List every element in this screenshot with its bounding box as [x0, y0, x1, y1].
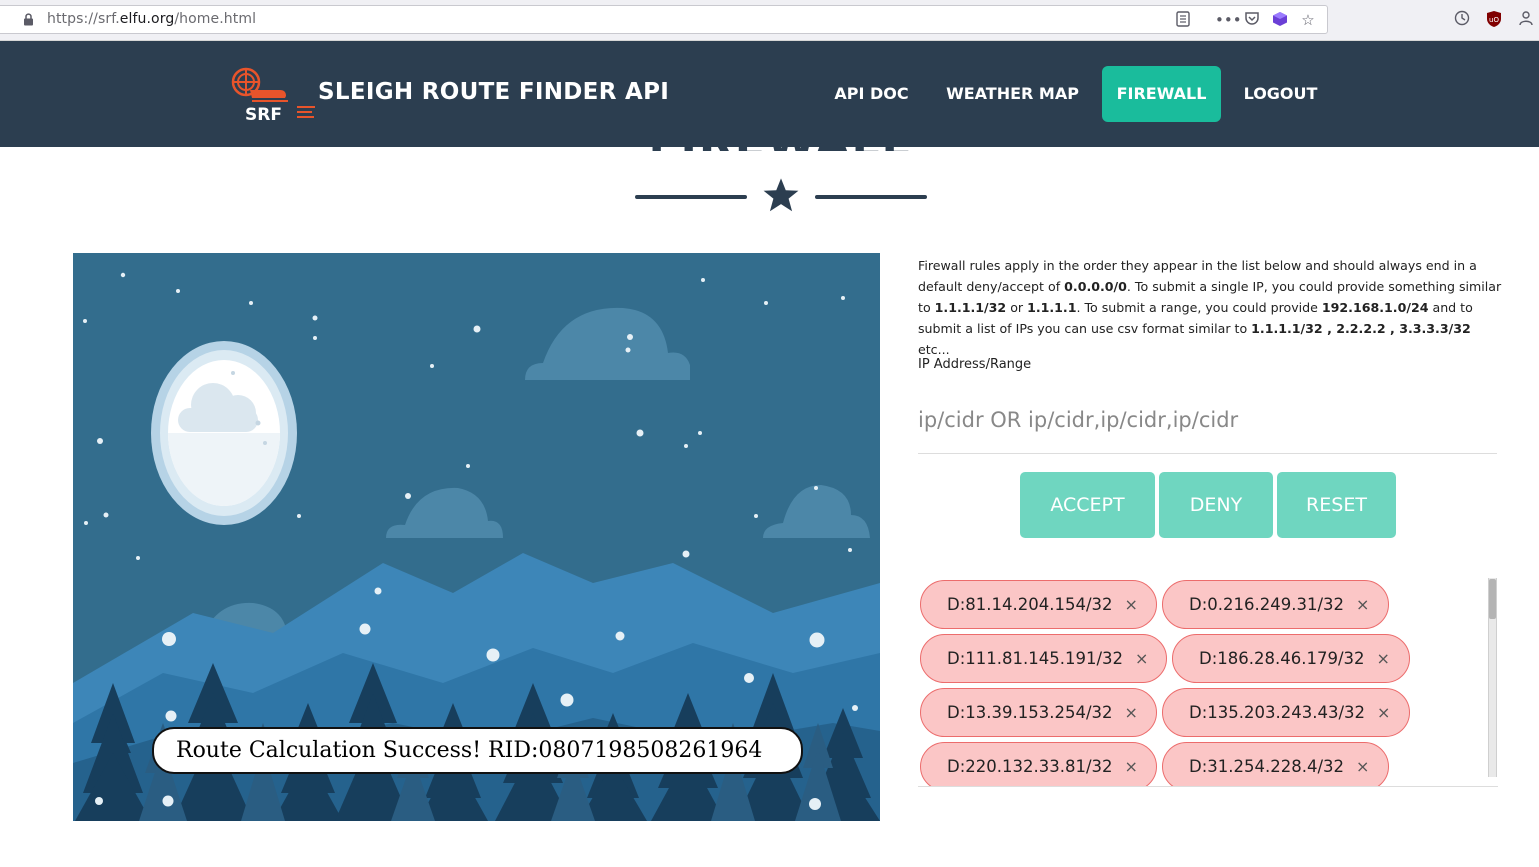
remove-rule-icon[interactable]: ×: [1125, 743, 1138, 786]
rule-text: D:81.14.204.154/32: [947, 595, 1113, 614]
browser-toolbar: https://srf.elfu.org/home.html ••• ☆ uO: [0, 0, 1539, 41]
rule-text: D:111.81.145.191/32: [947, 649, 1124, 668]
rule-tag: D:135.203.243.43/32 ×: [1162, 688, 1410, 737]
history-clock-icon[interactable]: [1452, 10, 1472, 30]
svg-text:uO: uO: [1489, 16, 1499, 24]
srf-logo[interactable]: SRF: [230, 66, 318, 124]
rule-text: D:13.39.153.254/32: [947, 703, 1113, 722]
remove-rule-icon[interactable]: ×: [1377, 689, 1390, 736]
accept-button[interactable]: ACCEPT: [1020, 472, 1155, 538]
account-icon[interactable]: [1516, 10, 1536, 30]
rule-tag: D:31.254.228.4/32 ×: [1162, 742, 1389, 786]
brand-title[interactable]: SLEIGH ROUTE FINDER API: [318, 79, 669, 105]
url-text: https://srf.elfu.org/home.html: [47, 11, 257, 27]
nav-api-doc[interactable]: API DOC: [820, 66, 923, 122]
rule-tag: D:0.216.249.31/32 ×: [1162, 580, 1389, 629]
star-icon: [763, 178, 799, 212]
deny-button[interactable]: DENY: [1159, 472, 1273, 538]
nav-firewall[interactable]: FIREWALL: [1102, 66, 1221, 122]
extension-cube-icon[interactable]: [1271, 11, 1289, 29]
firewall-description: Firewall rules apply in the order they a…: [918, 258, 1502, 357]
bookmark-star-icon[interactable]: ☆: [1299, 11, 1317, 29]
rule-tag: D:186.28.46.179/32 ×: [1172, 634, 1410, 683]
ip-range-input[interactable]: [918, 386, 1497, 454]
section-title: FIREWALL: [640, 141, 920, 151]
remove-rule-icon[interactable]: ×: [1356, 581, 1369, 628]
rule-tag: D:111.81.145.191/32 ×: [920, 634, 1167, 683]
pocket-icon[interactable]: [1243, 11, 1261, 29]
remove-rule-icon[interactable]: ×: [1356, 743, 1369, 786]
rule-text: D:186.28.46.179/32: [1199, 649, 1365, 668]
rule-text: D:135.203.243.43/32: [1189, 703, 1366, 722]
reset-button[interactable]: RESET: [1277, 472, 1396, 538]
rule-tag: D:13.39.153.254/32 ×: [920, 688, 1157, 737]
firewall-rules-list[interactable]: D:81.14.204.154/32 × D:0.216.249.31/32 × D…: [918, 577, 1498, 787]
rule-text: D:220.132.33.81/32: [947, 757, 1113, 776]
ublock-shield-icon[interactable]: uO: [1484, 10, 1504, 30]
remove-rule-icon[interactable]: ×: [1135, 635, 1148, 682]
address-bar[interactable]: https://srf.elfu.org/home.html ••• ☆: [0, 5, 1328, 34]
svg-text:SRF: SRF: [245, 105, 282, 124]
more-actions-icon[interactable]: •••: [1215, 11, 1242, 29]
nav-logout[interactable]: LOGOUT: [1233, 66, 1328, 122]
rule-tag: D:220.132.33.81/32 ×: [920, 742, 1157, 786]
divider-left: [635, 195, 747, 199]
reader-view-icon[interactable]: [1174, 11, 1192, 29]
route-success-toast: Route Calculation Success! RID:080719850…: [152, 727, 803, 774]
remove-rule-icon[interactable]: ×: [1125, 581, 1138, 628]
lock-icon: [24, 13, 33, 26]
nav-weather-map[interactable]: WEATHER MAP: [936, 66, 1089, 122]
rule-tag: D:81.14.204.154/32 ×: [920, 580, 1157, 629]
rules-scrollbar-thumb[interactable]: [1489, 579, 1496, 619]
remove-rule-icon[interactable]: ×: [1377, 635, 1390, 682]
rule-text: D:31.254.228.4/32: [1189, 757, 1345, 776]
site-navbar: SRF SLEIGH ROUTE FINDER API API DOC WEAT…: [0, 41, 1539, 147]
remove-rule-icon[interactable]: ×: [1125, 689, 1138, 736]
rule-text: D:0.216.249.31/32: [1189, 595, 1345, 614]
ip-range-label: IP Address/Range: [918, 357, 1032, 372]
divider-right: [815, 195, 927, 199]
